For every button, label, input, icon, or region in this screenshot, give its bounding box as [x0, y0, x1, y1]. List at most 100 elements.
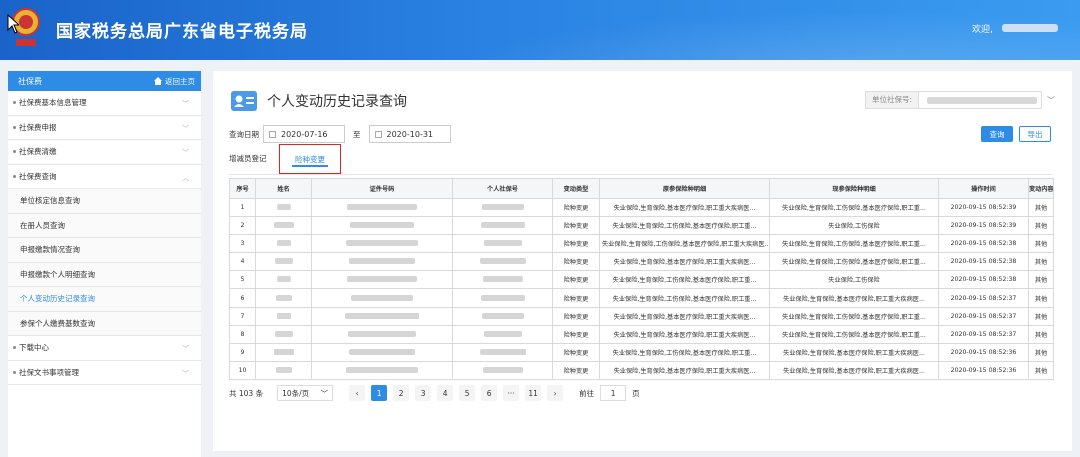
goto-page-input[interactable]: 1 [600, 385, 627, 401]
page-button-2[interactable]: 2 [393, 385, 410, 401]
user-name-blurred[interactable] [1002, 24, 1058, 32]
page-button-6[interactable]: 6 [481, 385, 498, 401]
table-row: 5 险种变更 失业保险,生育保险,工伤保险,基本医疗保险,职工重... 失业保险,工伤… [229, 270, 1054, 290]
sidebar-item-label: 个人变动历史记录查询 [20, 294, 95, 304]
bullet-icon [13, 370, 16, 374]
table-row: 9 险种变更 失业保险,生育保险,工伤保险,基本医疗保险,职工重... 失业保险,生育… [229, 342, 1054, 362]
sidebar-item-label: 申报缴款个人明细查询 [20, 269, 95, 279]
unit-social-security-select[interactable]: 单位社保号: ﹀ [865, 91, 1055, 109]
cell-ss-number [452, 324, 553, 344]
table-body: 1 险种变更 失业保险,生育保险,基本医疗保险,职工重大疾病医... 失业保险,生育保… [229, 197, 1054, 380]
top-header: 国家税务总局广东省电子税务局 欢迎, [0, 0, 1080, 60]
cell-current-insurance: 失业保险,生育保险,基本医疗保险,职工重大疾病医... [769, 360, 939, 380]
cell-id-number [311, 216, 453, 236]
page-button-4[interactable]: 4 [437, 385, 454, 401]
sidebar-item-label: 下载中心 [19, 343, 49, 353]
cell-current-insurance: 失业保险,生育保险,基本医疗保险,职工重大疾病医... [769, 288, 939, 308]
cell-name [255, 324, 312, 344]
page-size-select[interactable]: 10条/页 ﹀ [277, 385, 334, 401]
tab-insurance-change[interactable]: 险种变更 [279, 144, 341, 174]
cell-current-insurance: 失业保险,生育保险,工伤保险,基本医疗保险,职工重... [769, 197, 939, 218]
page-button-1[interactable]: 1 [371, 385, 388, 401]
date-from-input[interactable]: 2020-07-16 [263, 125, 345, 143]
cell-change-content: 其他 [1028, 234, 1054, 254]
cell-name [255, 342, 312, 362]
cell-name-blurred [273, 348, 294, 355]
sidebar-item-change-history[interactable]: 个人变动历史记录查询 [8, 287, 201, 312]
sidebar-item-payment-status[interactable]: 申报缴款情况查询 [8, 238, 201, 263]
tab-add-remove-registration[interactable]: 增减员登记 [229, 153, 267, 164]
query-date-label: 查询日期 [229, 129, 259, 139]
chevron-up-icon: ︿ [182, 173, 189, 182]
bullet-icon [13, 346, 16, 350]
cell-name [255, 270, 312, 290]
cell-row-number: 6 [229, 288, 256, 308]
main-panel: 个人变动历史记录查询 单位社保号: ﹀ 查询日期 2020-07-16 至 20… [213, 71, 1072, 451]
goto-label: 前往 [579, 388, 595, 398]
col-header: 证件号码 [311, 178, 453, 199]
cell-id-number [311, 234, 453, 254]
prev-page-button[interactable]: ‹ [349, 385, 366, 401]
page-ellipsis[interactable]: ··· [503, 385, 520, 401]
query-button[interactable]: 查询 [981, 126, 1013, 142]
sidebar-item-label: 社保费申报 [19, 122, 57, 132]
cell-operation-time: 2020-09-15 08:52:37 [938, 324, 1029, 344]
page-button-5[interactable]: 5 [459, 385, 476, 401]
cell-id-number [311, 197, 453, 218]
bullet-icon [13, 174, 16, 178]
sidebar-item-payment[interactable]: 社保费清缴 ﹀ [8, 140, 201, 165]
table-row: 6 险种变更 失业保险,生育保险,工伤保险,基本医疗保险,职工重... 失业保险,生育… [229, 288, 1054, 308]
chevron-down-icon: ﹀ [182, 369, 189, 378]
cell-ss-number [452, 360, 553, 380]
cell-original-insurance: 失业保险,生育保险,工伤保险,基本医疗保险,职工重... [599, 288, 770, 308]
page-button-11[interactable]: 11 [525, 385, 542, 401]
date-to-input[interactable]: 2020-10-31 [368, 125, 451, 143]
next-page-button[interactable]: › [547, 385, 564, 401]
cell-original-insurance: 失业保险,生育保险,工伤保险,基本医疗保险,职工重大疾病医... [599, 234, 770, 254]
cell-ss-number [452, 216, 553, 236]
home-link[interactable]: 返回主页 [154, 76, 195, 87]
cell-name [255, 216, 312, 236]
query-row: 查询日期 2020-07-16 至 2020-10-31 [229, 125, 451, 143]
welcome-text: 欢迎, [972, 25, 993, 35]
sidebar-item-declare[interactable]: 社保费申报 ﹀ [8, 116, 201, 140]
cell-change-content: 其他 [1028, 306, 1054, 326]
cell-row-number: 3 [229, 234, 256, 254]
cell-original-insurance: 失业保险,生育保险,基本医疗保险,职工重大疾病医... [599, 360, 770, 380]
goto-suffix: 页 [632, 388, 640, 398]
col-header: 姓名 [255, 178, 312, 199]
mouse-pointer-icon [7, 14, 19, 34]
sidebar-item-unit-info[interactable]: 单位核定信息查询 [8, 189, 201, 214]
chevron-down-icon: ﹀ [182, 124, 189, 133]
page-button-3[interactable]: 3 [415, 385, 432, 401]
cell-original-insurance: 失业保险,生育保险,工伤保险,基本医疗保险,职工重... [599, 216, 770, 236]
sidebar-item-download[interactable]: 下载中心 ﹀ [8, 336, 201, 361]
cell-change-content: 其他 [1028, 252, 1054, 272]
sidebar-item-documents[interactable]: 社保文书事项管理 ﹀ [8, 361, 201, 385]
cell-change-type: 险种变更 [552, 252, 600, 272]
cell-operation-time: 2020-09-15 08:52:39 [938, 197, 1029, 218]
sidebar-item-label: 参保个人缴费基数查询 [20, 318, 95, 328]
site-title: 国家税务总局广东省电子税务局 [56, 22, 308, 42]
export-button[interactable]: 导出 [1019, 126, 1051, 142]
sidebar-item-contribution-base[interactable]: 参保个人缴费基数查询 [8, 311, 201, 336]
cell-id-number-blurred [350, 222, 414, 229]
cell-name-blurred [276, 204, 291, 211]
page-title: 个人变动历史记录查询 [267, 94, 407, 110]
bullet-icon [13, 125, 16, 129]
sidebar-item-query[interactable]: 社保费查询 ︿ [8, 165, 201, 189]
cell-change-content: 其他 [1028, 270, 1054, 290]
sidebar-item-registered[interactable]: 在册人员查询 [8, 213, 201, 238]
tab-divider [229, 174, 1053, 175]
cell-row-number: 8 [229, 324, 256, 344]
cell-name-blurred [275, 366, 292, 373]
cell-name-blurred [273, 222, 294, 229]
cell-name-blurred [276, 276, 291, 283]
cell-ss-number [452, 306, 553, 326]
sidebar-item-basic-info[interactable]: 社保费基本信息管理 ﹀ [8, 91, 201, 116]
cell-ss-number [452, 197, 553, 218]
tab-label: 险种变更 [295, 154, 325, 164]
sidebar-item-personal-detail[interactable]: 申报缴款个人明细查询 [8, 262, 201, 287]
cell-row-number: 1 [229, 197, 256, 218]
cell-name [255, 252, 312, 272]
